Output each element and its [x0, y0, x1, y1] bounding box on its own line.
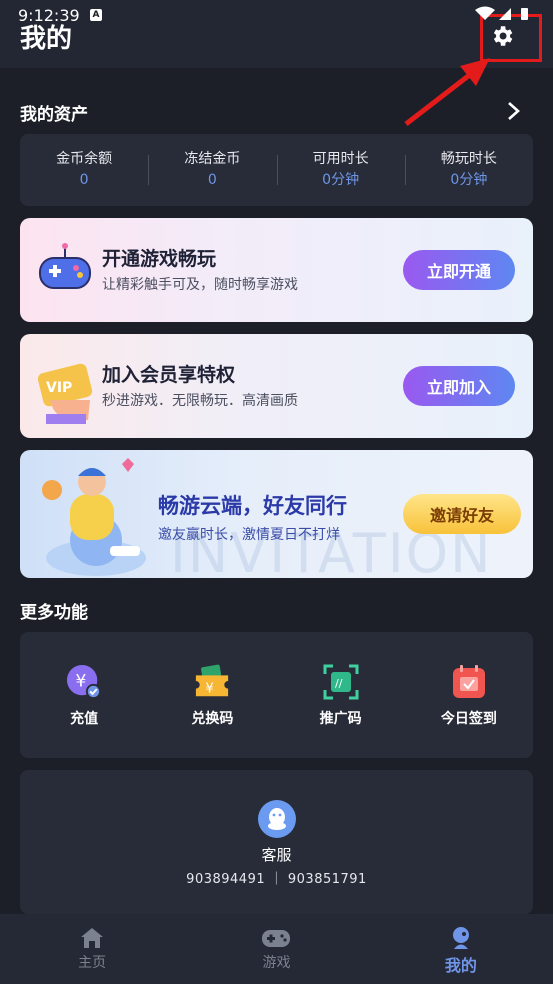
banner-subtitle: 让精彩触手可及，随时畅享游戏 [102, 277, 298, 293]
banner-title: 开通游戏畅玩 [102, 248, 217, 270]
function-promo-code[interactable]: // 推广码 [277, 632, 405, 758]
tab-home[interactable]: 主页 [0, 914, 184, 984]
open-now-button[interactable]: 立即开通 [403, 250, 515, 290]
asset-available-time[interactable]: 可用时长 0分钟 [276, 149, 405, 191]
tab-label: 我的 [444, 956, 477, 975]
invite-friends-button[interactable]: 邀请好友 [403, 494, 521, 534]
tab-mine[interactable]: 我的 [369, 914, 553, 984]
asset-value: 0分钟 [450, 172, 488, 188]
asset-play-time[interactable]: 畅玩时长 0分钟 [404, 149, 533, 191]
function-redeem-code[interactable]: ¥ 兑换码 [148, 632, 276, 758]
banner-invite[interactable]: INVITATION 畅游云端，好友同行 邀友赢时长，激情夏日不打烊 邀请好友 [20, 450, 533, 578]
asset-label: 畅玩时长 [440, 151, 497, 167]
function-label: 兑换码 [191, 711, 234, 727]
join-now-button[interactable]: 立即加入 [403, 366, 515, 406]
gamepad-illustration-icon [39, 243, 91, 289]
tab-label: 游戏 [262, 955, 291, 971]
function-label: 充值 [70, 711, 99, 727]
banner-subtitle: 邀友赢时长，激情夏日不打烊 [158, 527, 340, 543]
invite-illustration-icon [42, 458, 146, 576]
assets-title: 我的资产 [20, 105, 88, 125]
asset-label: 金币余额 [56, 151, 113, 167]
qq-penguin-icon [258, 800, 296, 838]
recharge-icon: ¥ [66, 664, 102, 700]
assets-card[interactable]: 金币余额 0 冻结金币 0 可用时长 0分钟 畅玩时长 0分钟 [20, 134, 533, 206]
more-functions-card: ¥ 充值 ¥ 兑换码 // 推广码 今日签到 [20, 632, 533, 758]
customer-service-numbers: 903894491 ｜ 903851791 [186, 872, 367, 887]
asset-label: 冻结金币 [184, 151, 241, 167]
tab-label: 主页 [78, 955, 107, 971]
banner-open-play[interactable]: 开通游戏畅玩 让精彩触手可及，随时畅享游戏 立即开通 [20, 218, 533, 322]
asset-value: 0分钟 [322, 172, 360, 188]
svg-text:¥: ¥ [206, 681, 214, 696]
home-icon [81, 928, 104, 948]
function-label: 推广码 [319, 711, 362, 727]
profile-icon [452, 927, 469, 949]
banner-subtitle: 秒进游戏．无限畅玩．高清画质 [102, 393, 298, 409]
tab-games[interactable]: 游戏 [184, 914, 368, 984]
more-functions-title: 更多功能 [20, 603, 88, 623]
banner-title: 畅游云端，好友同行 [158, 494, 347, 518]
gamepad-icon [262, 930, 291, 947]
asset-label: 可用时长 [312, 151, 369, 167]
svg-text:¥: ¥ [76, 672, 87, 692]
asset-gold-balance[interactable]: 金币余额 0 [20, 149, 148, 191]
calendar-checkin-icon [451, 664, 487, 700]
customer-service-card[interactable]: 客服 903894491 ｜ 903851791 [20, 770, 533, 914]
svg-text:VIP: VIP [46, 380, 72, 396]
scan-code-icon: // [323, 664, 359, 700]
vip-card-icon: VIP [37, 363, 93, 424]
svg-text://: // [335, 677, 343, 690]
asset-value: 0 [79, 172, 89, 188]
asset-value: 0 [207, 172, 217, 188]
red-arrow-icon [404, 58, 490, 126]
status-time: 9:12:39 [18, 6, 80, 25]
notification-a-icon: A [90, 9, 102, 21]
ticket-icon: ¥ [194, 664, 230, 700]
banner-title: 加入会员享特权 [102, 364, 236, 386]
status-bar: 9:12:39 A [0, 0, 553, 28]
function-recharge[interactable]: ¥ 充值 [20, 632, 148, 758]
status-icons [475, 6, 528, 20]
function-checkin[interactable]: 今日签到 [405, 632, 533, 758]
bottom-tab-bar: 主页 游戏 我的 [0, 914, 553, 984]
customer-service-label: 客服 [261, 846, 292, 864]
assets-chevron-right-icon[interactable] [504, 100, 524, 122]
banner-vip[interactable]: VIP 加入会员享特权 秒进游戏．无限畅玩．高清画质 立即加入 [20, 334, 533, 438]
function-label: 今日签到 [440, 711, 497, 727]
asset-frozen-gold[interactable]: 冻结金币 0 [148, 149, 276, 191]
